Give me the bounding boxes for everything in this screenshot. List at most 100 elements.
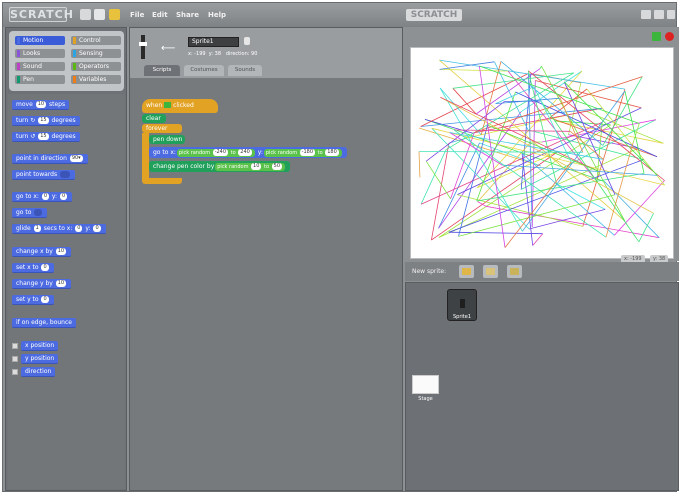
stop-button[interactable] xyxy=(665,32,674,41)
pen-stroke xyxy=(438,142,480,229)
tab-scripts[interactable]: Scripts xyxy=(144,65,180,76)
sprite-tile-label: Sprite1 xyxy=(452,314,471,320)
menu-edit[interactable]: Edit xyxy=(152,11,168,19)
menu-help[interactable]: Help xyxy=(208,11,226,19)
pen-stroke xyxy=(448,159,644,233)
y-position-checkbox[interactable] xyxy=(12,356,18,362)
category-looks[interactable]: Looks xyxy=(15,49,65,58)
block-when-flag-clicked[interactable]: when clicked xyxy=(142,99,218,113)
category-motion[interactable]: Motion xyxy=(15,36,65,45)
block-clear[interactable]: clear xyxy=(142,114,166,123)
blocks-palette: Motion Control Looks Sensing Sound Opera… xyxy=(5,27,127,491)
block-goto[interactable]: go to xyxy=(12,208,48,218)
share-icon[interactable] xyxy=(109,9,120,20)
sprite-thumbnail-icon xyxy=(139,35,147,59)
new-sprite-bar: New sprite: xyxy=(405,262,679,281)
surprise-sprite-button[interactable] xyxy=(507,265,522,278)
presentation-mode-button[interactable] xyxy=(667,10,675,19)
question-icon xyxy=(510,268,519,275)
menu-bar: SCRATCH File Edit Share Help SCRATCH xyxy=(3,3,676,27)
pick-random-color[interactable]: pick random 10 to 50 xyxy=(215,163,286,171)
stage-title: SCRATCH xyxy=(406,9,462,21)
green-flag-button[interactable] xyxy=(652,32,661,41)
pen-stroke xyxy=(475,68,541,115)
pen-stroke xyxy=(520,73,532,190)
pen-stroke xyxy=(614,180,665,236)
pen-stroke xyxy=(515,91,658,158)
block-goto-random[interactable]: go to x: pick random -240 to 240 y: pick r… xyxy=(149,147,347,158)
block-glide[interactable]: glide 1 secs to x: 0 y: 0 xyxy=(12,224,106,234)
category-operators[interactable]: Operators xyxy=(71,62,121,71)
stage-canvas[interactable] xyxy=(410,47,674,259)
block-change-x[interactable]: change x by 10 xyxy=(12,247,72,257)
pen-stroke xyxy=(439,69,509,72)
forever-bottom xyxy=(142,178,182,184)
pen-drawing xyxy=(418,59,665,248)
pen-stroke xyxy=(448,231,543,235)
pen-stroke xyxy=(418,151,421,178)
scratch-logo: SCRATCH xyxy=(9,7,74,22)
category-sound[interactable]: Sound xyxy=(15,62,65,71)
stage-tile[interactable] xyxy=(412,375,439,394)
direction-checkbox[interactable] xyxy=(12,369,18,375)
tab-costumes[interactable]: Costumes xyxy=(184,65,224,76)
pen-stroke xyxy=(487,124,599,172)
pen-stroke xyxy=(532,233,544,246)
x-position-checkbox[interactable] xyxy=(12,343,18,349)
block-point-direction[interactable]: point in direction 90▾ xyxy=(12,154,88,164)
globe-icon[interactable] xyxy=(80,9,91,20)
block-move[interactable]: move 10 steps xyxy=(12,100,70,110)
category-selector: Motion Control Looks Sensing Sound Opera… xyxy=(9,31,124,91)
sprite-thumbnail-icon xyxy=(460,299,465,308)
block-pen-down[interactable]: pen down xyxy=(149,135,185,144)
normal-stage-mode-button[interactable] xyxy=(654,10,664,19)
block-turn-cw[interactable]: turn ↻ 15 degrees xyxy=(12,116,80,126)
pen-stroke xyxy=(438,147,639,238)
lock-icon[interactable] xyxy=(244,37,250,45)
scratch-window: SCRATCH File Edit Share Help SCRATCH Mot… xyxy=(2,2,679,492)
scripts-panel: ⟵ Sprite1 x: -199 y: 38 direction: 90 Sc… xyxy=(129,27,403,491)
reporter-direction[interactable]: direction xyxy=(21,367,56,377)
block-bounce[interactable]: if on edge, bounce xyxy=(12,318,76,328)
save-icon[interactable] xyxy=(94,9,105,20)
block-turn-ccw[interactable]: turn ↺ 15 degrees xyxy=(12,132,80,142)
tab-sounds[interactable]: Sounds xyxy=(228,65,262,76)
category-sensing[interactable]: Sensing xyxy=(71,49,121,58)
paint-new-sprite-button[interactable] xyxy=(459,265,474,278)
stage-panel xyxy=(405,27,679,261)
block-point-towards[interactable]: point towards xyxy=(12,170,76,180)
menu-share[interactable]: Share xyxy=(176,11,199,19)
sprite-info-header: ⟵ Sprite1 x: -199 y: 38 direction: 90 Sc… xyxy=(130,28,402,78)
palette-blocks: move 10 steps turn ↻ 15 degrees turn ↺ 1… xyxy=(8,94,125,489)
small-stage-mode-button[interactable] xyxy=(641,10,651,19)
pen-stroke xyxy=(638,213,654,242)
block-set-y[interactable]: set y to 0 xyxy=(12,295,54,305)
choose-sprite-file-button[interactable] xyxy=(483,265,498,278)
block-goto-xy[interactable]: go to x: 0 y: 0 xyxy=(12,192,73,202)
reporter-x-position[interactable]: x position xyxy=(21,341,59,351)
pen-stroke xyxy=(420,107,602,127)
direction-arrow-icon[interactable]: ⟵ xyxy=(161,43,175,54)
category-pen[interactable]: Pen xyxy=(15,75,65,84)
menu-file[interactable]: File xyxy=(130,11,144,19)
block-forever[interactable]: forever xyxy=(142,124,182,133)
category-control[interactable]: Control xyxy=(71,36,121,45)
block-change-pen-color[interactable]: change pen color by pick random 10 to 50 xyxy=(149,161,291,172)
pick-random-x[interactable]: pick random -240 to 240 xyxy=(176,149,255,157)
sprite-name-field[interactable]: Sprite1 xyxy=(188,37,239,47)
reporter-y-position[interactable]: y position xyxy=(21,354,59,364)
pen-stroke xyxy=(539,65,542,69)
pen-stroke xyxy=(420,149,447,205)
script-canvas[interactable]: when clicked clear forever pen down go t… xyxy=(130,78,402,490)
sprite-list: Sprite1 Stage xyxy=(405,282,679,491)
category-variables[interactable]: Variables xyxy=(71,75,121,84)
sprite-coordinates: x: -199 y: 38 direction: 90 xyxy=(188,51,258,57)
pen-stroke xyxy=(439,87,482,136)
stage-tile-label: Stage xyxy=(418,396,433,402)
folder-icon xyxy=(486,268,495,275)
block-change-y[interactable]: change y by 10 xyxy=(12,279,72,289)
paintbrush-icon xyxy=(462,268,471,275)
pick-random-y[interactable]: pick random -180 to 180 xyxy=(263,149,342,157)
forever-arm xyxy=(142,133,149,179)
block-set-x[interactable]: set x to 0 xyxy=(12,263,54,273)
